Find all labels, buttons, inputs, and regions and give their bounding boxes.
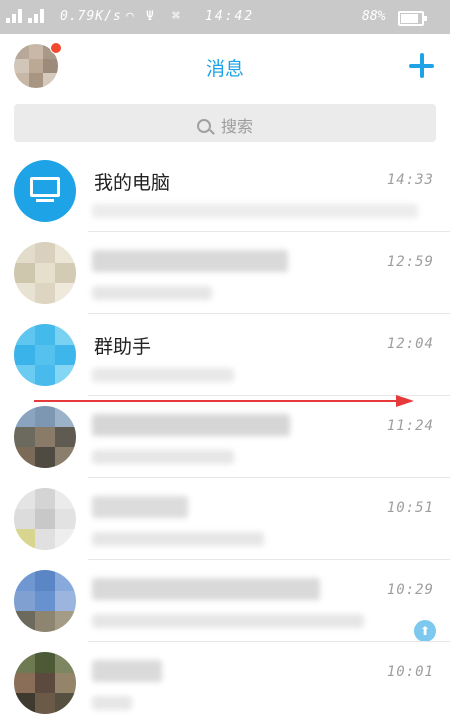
conversation-avatar (14, 160, 76, 222)
conversation-time: 10:29 (386, 582, 434, 598)
plus-icon[interactable] (408, 52, 436, 80)
message-preview (92, 614, 364, 628)
conversation-time: 11:24 (386, 418, 434, 434)
battery-percent: 88% (362, 9, 386, 24)
conversation-avatar (14, 242, 76, 304)
message-preview (92, 532, 264, 546)
network-speed: 0.79K/s (60, 9, 122, 24)
conversation-item[interactable]: 11:24 (0, 396, 450, 478)
blurred-name (92, 660, 162, 682)
message-preview (92, 450, 234, 464)
blurred-name (92, 578, 320, 600)
conversation-item[interactable]: 10:51 (0, 478, 450, 560)
conversation-avatar (14, 488, 76, 550)
conversation-name: 我的电脑 (94, 172, 171, 194)
swipe-arrow-icon (34, 395, 414, 407)
search-bar[interactable]: 搜索 (14, 104, 436, 142)
conversation-item[interactable]: 10:01 (0, 642, 450, 724)
blurred-name (92, 250, 288, 272)
header: 消息 (0, 34, 450, 96)
conversation-name: 群助手 (94, 336, 152, 358)
message-preview (92, 368, 234, 382)
conversation-time: 14:33 (386, 172, 434, 188)
search-icon (196, 119, 211, 133)
conversation-time: 12:59 (386, 254, 434, 270)
blurred-name (92, 414, 290, 436)
conversation-avatar (14, 324, 76, 386)
android-icon: ⌘ (172, 9, 180, 24)
conversation-item[interactable]: 群助手 12:04 (0, 314, 450, 396)
usb-icon: Ψ (146, 9, 154, 24)
conversation-item[interactable]: 10:29 ⬆ (0, 560, 450, 642)
computer-icon (30, 177, 60, 197)
conversation-avatar (14, 652, 76, 714)
signal-icon (6, 9, 50, 23)
blurred-name (92, 496, 188, 518)
conversation-time: 10:51 (386, 500, 434, 516)
page-title: 消息 (205, 58, 244, 80)
conversation-time: 10:01 (386, 664, 434, 680)
conversation-avatar (14, 406, 76, 468)
conversation-avatar (14, 570, 76, 632)
battery-icon (398, 11, 427, 26)
search-placeholder: 搜索 (220, 117, 253, 136)
status-bar: 0.79K/s ◠ Ψ ⌘ 14:42 88% (0, 0, 450, 34)
conversation-time: 12:04 (386, 336, 434, 352)
pin-icon: ⬆ (414, 620, 436, 642)
message-preview (92, 696, 132, 710)
wifi-icon: ◠ (126, 9, 134, 24)
status-time: 14:42 (205, 9, 255, 24)
conversation-item[interactable]: 12:59 (0, 232, 450, 314)
conversation-item[interactable]: 我的电脑 14:33 (0, 150, 450, 232)
unread-badge (50, 42, 62, 54)
message-preview (92, 286, 212, 300)
message-preview (92, 204, 418, 218)
